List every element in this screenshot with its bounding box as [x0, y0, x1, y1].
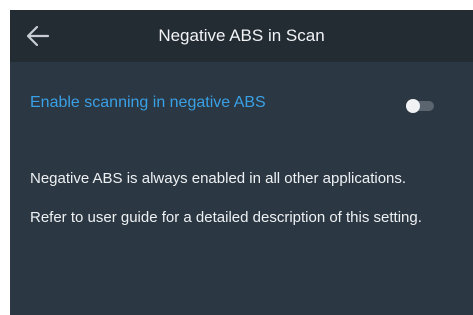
setting-label: Enable scanning in negative ABS	[30, 94, 266, 111]
header-bar: Negative ABS in Scan	[10, 10, 473, 62]
negative-abs-toggle[interactable]	[406, 99, 436, 113]
settings-screen: Negative ABS in Scan Enable scanning in …	[10, 10, 473, 315]
page-title: Negative ABS in Scan	[158, 26, 325, 45]
negative-abs-setting-row[interactable]: Enable scanning in negative ABS	[10, 88, 473, 122]
toggle-thumb	[406, 99, 420, 113]
arrow-left-icon	[26, 25, 50, 47]
info-text-line-2: Refer to user guide for a detailed descr…	[30, 209, 422, 226]
back-button[interactable]	[20, 18, 56, 54]
info-text-line-1: Negative ABS is always enabled in all ot…	[30, 170, 407, 187]
